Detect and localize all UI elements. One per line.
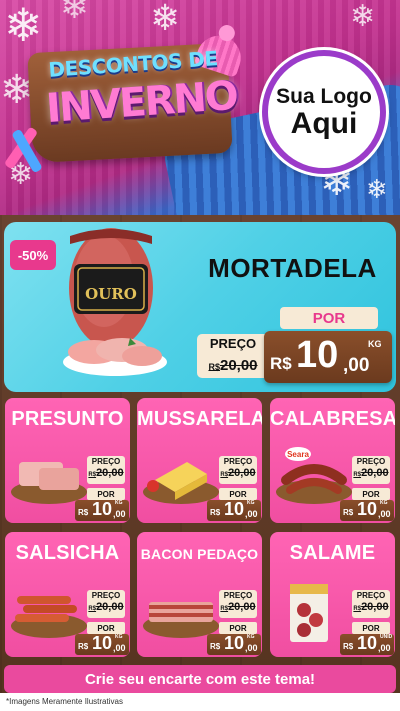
price-decimal: ,00 xyxy=(378,509,391,519)
price-decimal: ,00 xyxy=(113,509,126,519)
old-price: R$20,00 xyxy=(88,601,124,613)
snowflake-icon: ❄ xyxy=(60,0,89,26)
preco-label: PREÇO xyxy=(356,457,386,466)
price-integer: 10 xyxy=(357,499,378,519)
old-price: R$20,00 xyxy=(88,467,124,479)
featured-price-decimal: ,00 xyxy=(343,355,370,376)
price-unit: KG xyxy=(247,500,255,506)
product-name: CALABRESA xyxy=(270,408,395,430)
preco-label: PREÇO xyxy=(223,457,253,466)
preco-label: PREÇO xyxy=(356,591,386,600)
old-price: R$20,00 xyxy=(353,467,389,479)
mortadela-slices-image xyxy=(63,338,167,376)
product-card-calabresa[interactable]: CALABRESA Seara PREÇO R$20,00 POR R$ 10 … xyxy=(270,398,395,523)
price-unit: KG xyxy=(380,500,388,506)
product-card-presunto[interactable]: PRESUNTO PREÇO R$20,00 POR R$ 10 ,00 KG xyxy=(5,398,130,523)
product-card-mussarela[interactable]: MUSSARELA PREÇO R$20,00 POR R$ 10 ,00 KG xyxy=(137,398,262,523)
logo-placeholder[interactable]: Sua Logo Aqui xyxy=(262,50,386,174)
cta-banner[interactable]: Crie seu encarte com este tema! xyxy=(4,665,396,693)
package-brand: OURO xyxy=(85,285,137,303)
price-unit: KG xyxy=(115,634,123,640)
featured-product-name: MORTADELA xyxy=(208,253,377,283)
discount-badge: -50% xyxy=(10,240,56,270)
product-name: BACON PEDAÇO xyxy=(140,546,259,562)
price-unit: KG xyxy=(247,634,255,640)
currency: R$ xyxy=(343,642,354,651)
featured-price-integer: 10 xyxy=(296,334,339,376)
price-unit: UNID xyxy=(380,634,393,640)
price-integer: 10 xyxy=(357,633,378,653)
product-card-salame[interactable]: SALAME PREÇO R$20,00 POR R$ 10 ,00 UNID xyxy=(270,532,395,657)
product-card-bacon[interactable]: BACON PEDAÇO PREÇO R$20,00 POR R$ 10 ,00… xyxy=(137,532,262,657)
currency: R$ xyxy=(78,508,89,517)
product-name: MUSSARELA xyxy=(137,408,262,430)
price-integer: 10 xyxy=(92,499,113,519)
currency: R$ xyxy=(343,508,354,517)
logo-line2: Aqui xyxy=(290,106,358,140)
product-card-salsicha[interactable]: SALSICHA PREÇO R$20,00 POR R$ 10 ,00 KG xyxy=(5,532,130,657)
disclaimer-text: *Imagens Meramente Ilustrativas xyxy=(0,693,400,711)
old-price: R$20,00 xyxy=(353,601,389,613)
logo-line1: Sua Logo xyxy=(276,84,372,108)
price-integer: 10 xyxy=(92,633,113,653)
featured-preco-label: PREÇO xyxy=(209,336,257,351)
price-decimal: ,00 xyxy=(113,643,126,653)
snowflake-icon: ❄ xyxy=(150,0,181,38)
featured-currency: R$ xyxy=(270,354,292,373)
brand-logo: Seara xyxy=(287,450,309,459)
currency: R$ xyxy=(210,642,221,651)
featured-old-price: R$20,00 xyxy=(208,357,258,374)
old-price: R$20,00 xyxy=(220,601,256,613)
header-banner: ❄ ❄ ❄ ❄ ❄ ❄ ❄ ❄ DESCONTOS DE INVERNO Sua… xyxy=(0,0,400,215)
price-decimal: ,00 xyxy=(245,643,258,653)
snowflake-icon: ❄ xyxy=(366,174,388,204)
product-name: SALAME xyxy=(289,542,376,564)
price-decimal: ,00 xyxy=(378,643,391,653)
currency: R$ xyxy=(78,642,89,651)
old-price: R$20,00 xyxy=(220,467,256,479)
snowflake-icon: ❄ xyxy=(4,0,43,51)
price-integer: 10 xyxy=(224,633,245,653)
preco-label: PREÇO xyxy=(223,591,253,600)
product-name: SALSICHA xyxy=(15,542,120,564)
currency: R$ xyxy=(210,508,221,517)
snowflake-icon: ❄ xyxy=(350,0,376,33)
price-integer: 10 xyxy=(224,499,245,519)
preco-label: PREÇO xyxy=(91,591,121,600)
price-unit: KG xyxy=(115,500,123,506)
featured-price-unit: KG xyxy=(368,339,382,349)
featured-por-label: POR xyxy=(280,307,378,329)
preco-label: PREÇO xyxy=(91,457,121,466)
product-name: PRESUNTO xyxy=(11,408,124,430)
price-decimal: ,00 xyxy=(245,509,258,519)
